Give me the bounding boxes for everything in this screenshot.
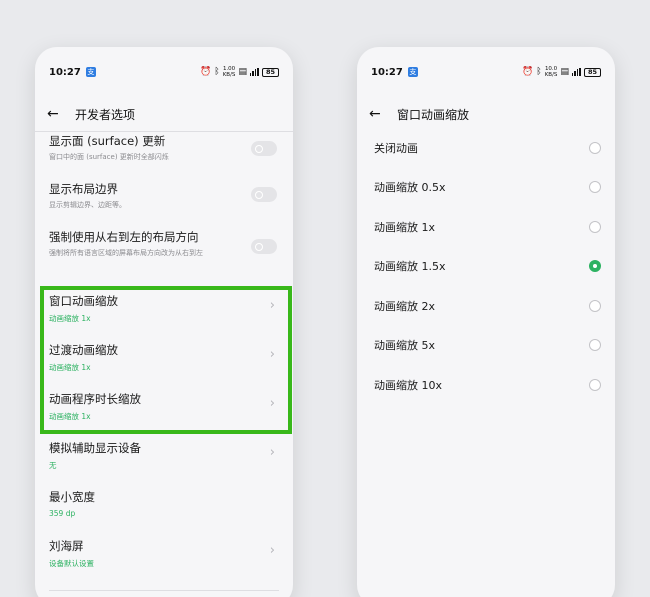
page-title: 开发者选项 (75, 107, 136, 122)
status-bar: 10:27 支 ⏰ ᛒ 10.0 KB/S ▤ 85 (371, 61, 601, 83)
chevron-right-icon: › (269, 445, 275, 460)
header: ← 开发者选项 (47, 103, 281, 125)
toggle-switch[interactable] (251, 141, 277, 156)
alipay-icon: 支 (407, 67, 418, 77)
radio-button-checked[interactable] (589, 260, 601, 272)
option-scale-5x[interactable]: 动画缩放 5x (374, 334, 601, 356)
setting-force-rtl-layout[interactable]: 强制使用从右到左的布局方向 强制将所有语言区域的屏幕布局方向改为从右到左 (49, 229, 279, 258)
alarm-icon: ⏰ (522, 67, 534, 77)
status-time: 10:27 (371, 66, 403, 78)
radio-button[interactable] (589, 181, 601, 193)
page-title: 窗口动画缩放 (397, 107, 470, 122)
signal-icon (571, 68, 581, 76)
status-bar: 10:27 支 ⏰ ᛒ 1.00 KB/S ▤ 85 (49, 61, 279, 83)
header-divider (35, 131, 293, 132)
radio-button[interactable] (589, 300, 601, 312)
option-scale-1-5x[interactable]: 动画缩放 1.5x (374, 255, 601, 277)
radio-button[interactable] (589, 379, 601, 391)
radio-button[interactable] (589, 221, 601, 233)
highlight-box (40, 286, 292, 434)
option-scale-0-5x[interactable]: 动画缩放 0.5x (374, 176, 601, 198)
wifi-icon: ▤ (238, 67, 247, 77)
option-animation-off[interactable]: 关闭动画 (374, 137, 601, 159)
radio-button[interactable] (589, 339, 601, 351)
back-arrow-icon[interactable]: ← (369, 106, 389, 122)
alarm-icon: ⏰ (200, 67, 212, 77)
chevron-right-icon: › (269, 543, 275, 558)
bluetooth-icon: ᛒ (214, 67, 220, 77)
setting-notch[interactable]: 刘海屏 设备默认设置 › (49, 538, 279, 569)
setting-show-layout-bounds[interactable]: 显示布局边界 显示剪辑边界、边距等。 (49, 181, 279, 210)
window-animation-scale-screen: 10:27 支 ⏰ ᛒ 10.0 KB/S ▤ 85 ← 窗口动画缩放 关闭动画… (357, 47, 615, 597)
toggle-switch[interactable] (251, 239, 277, 254)
toggle-switch[interactable] (251, 187, 277, 202)
option-scale-2x[interactable]: 动画缩放 2x (374, 295, 601, 317)
alipay-icon: 支 (85, 67, 96, 77)
option-scale-1x[interactable]: 动画缩放 1x (374, 216, 601, 238)
radio-button[interactable] (589, 142, 601, 154)
network-speed: 10.0 KB/S (544, 66, 558, 78)
list-bottom-divider (49, 590, 279, 591)
setting-show-surface-updates[interactable]: 显示面 (surface) 更新 窗口中的面 (surface) 更新时全部闪烁 (49, 133, 279, 162)
header: ← 窗口动画缩放 (369, 103, 603, 125)
setting-smallest-width[interactable]: 最小宽度 359 dp (49, 489, 279, 518)
signal-icon (249, 68, 259, 76)
network-speed: 1.00 KB/S (222, 66, 236, 78)
back-arrow-icon[interactable]: ← (47, 106, 67, 122)
bluetooth-icon: ᛒ (536, 67, 542, 77)
option-scale-10x[interactable]: 动画缩放 10x (374, 374, 601, 396)
setting-simulate-secondary-display[interactable]: 模拟辅助显示设备 无 › (49, 440, 279, 471)
battery-icon: 85 (261, 67, 279, 77)
status-time: 10:27 (49, 66, 81, 78)
battery-icon: 85 (583, 67, 601, 77)
wifi-icon: ▤ (560, 67, 569, 77)
